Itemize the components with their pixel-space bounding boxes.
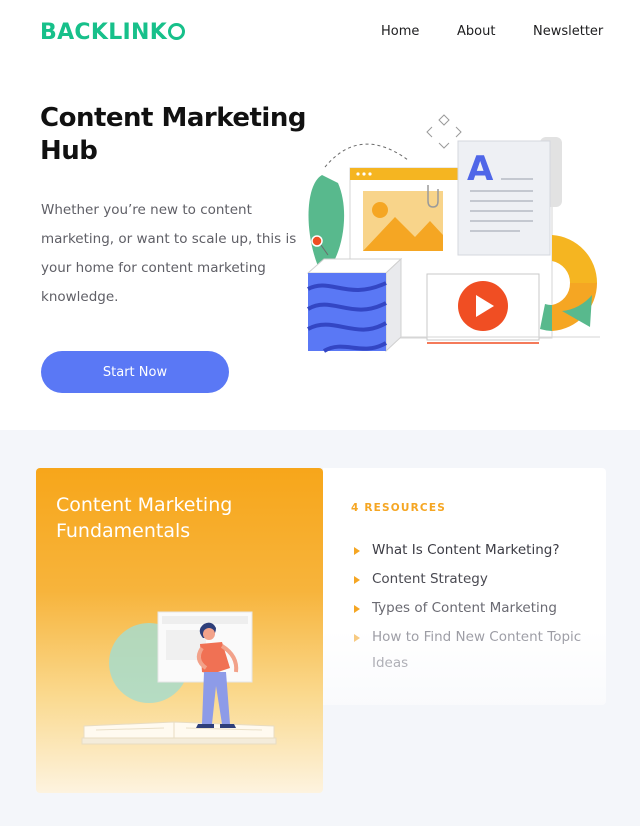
resource-label: Types of Content Marketing: [372, 600, 557, 616]
triangle-bullet-icon: [354, 605, 360, 613]
resources-panel: 4 RESOURCES What Is Content Marketing? C…: [323, 468, 606, 705]
image-icon: [363, 191, 443, 251]
resource-label: How to Find New Content Topic Ideas: [372, 629, 582, 671]
nav-home[interactable]: Home: [381, 24, 419, 39]
logo-o-ring: [168, 23, 186, 40]
resource-link-find-content-topic-ideas[interactable]: How to Find New Content Topic Ideas: [351, 625, 591, 676]
play-icon: [458, 281, 508, 331]
resource-link-content-strategy[interactable]: Content Strategy: [351, 567, 591, 593]
backlinko-logo[interactable]: BACKLINK: [40, 20, 186, 45]
nav-about[interactable]: About: [457, 24, 495, 39]
resource-label: What Is Content Marketing?: [372, 542, 560, 558]
resources-count: 4 RESOURCES: [351, 502, 446, 514]
start-now-button[interactable]: Start Now: [41, 351, 229, 393]
resource-link-what-is-content-marketing[interactable]: What Is Content Marketing?: [351, 538, 591, 564]
triangle-bullet-icon: [354, 634, 360, 642]
resource-label: Content Strategy: [372, 571, 488, 587]
logo-text: BACKLINK: [40, 20, 168, 45]
page-title: Content Marketing Hub: [40, 103, 306, 166]
nav-newsletter[interactable]: Newsletter: [533, 24, 603, 39]
reader-illustration: [81, 611, 277, 745]
resources-list: What Is Content Marketing? Content Strat…: [351, 538, 591, 680]
site-header: BACKLINK Home About Newsletter: [0, 0, 640, 64]
illustration-letter: A: [467, 149, 494, 189]
category-title: Content Marketing Fundamentals: [56, 494, 233, 542]
triangle-bullet-icon: [354, 576, 360, 584]
resource-link-types-of-content-marketing[interactable]: Types of Content Marketing: [351, 596, 591, 622]
hero-description: Whether you’re new to content marketing,…: [41, 202, 297, 305]
triangle-bullet-icon: [354, 547, 360, 555]
category-card[interactable]: Content Marketing Fundamentals: [36, 468, 323, 793]
hero-illustration: A: [306, 114, 600, 353]
